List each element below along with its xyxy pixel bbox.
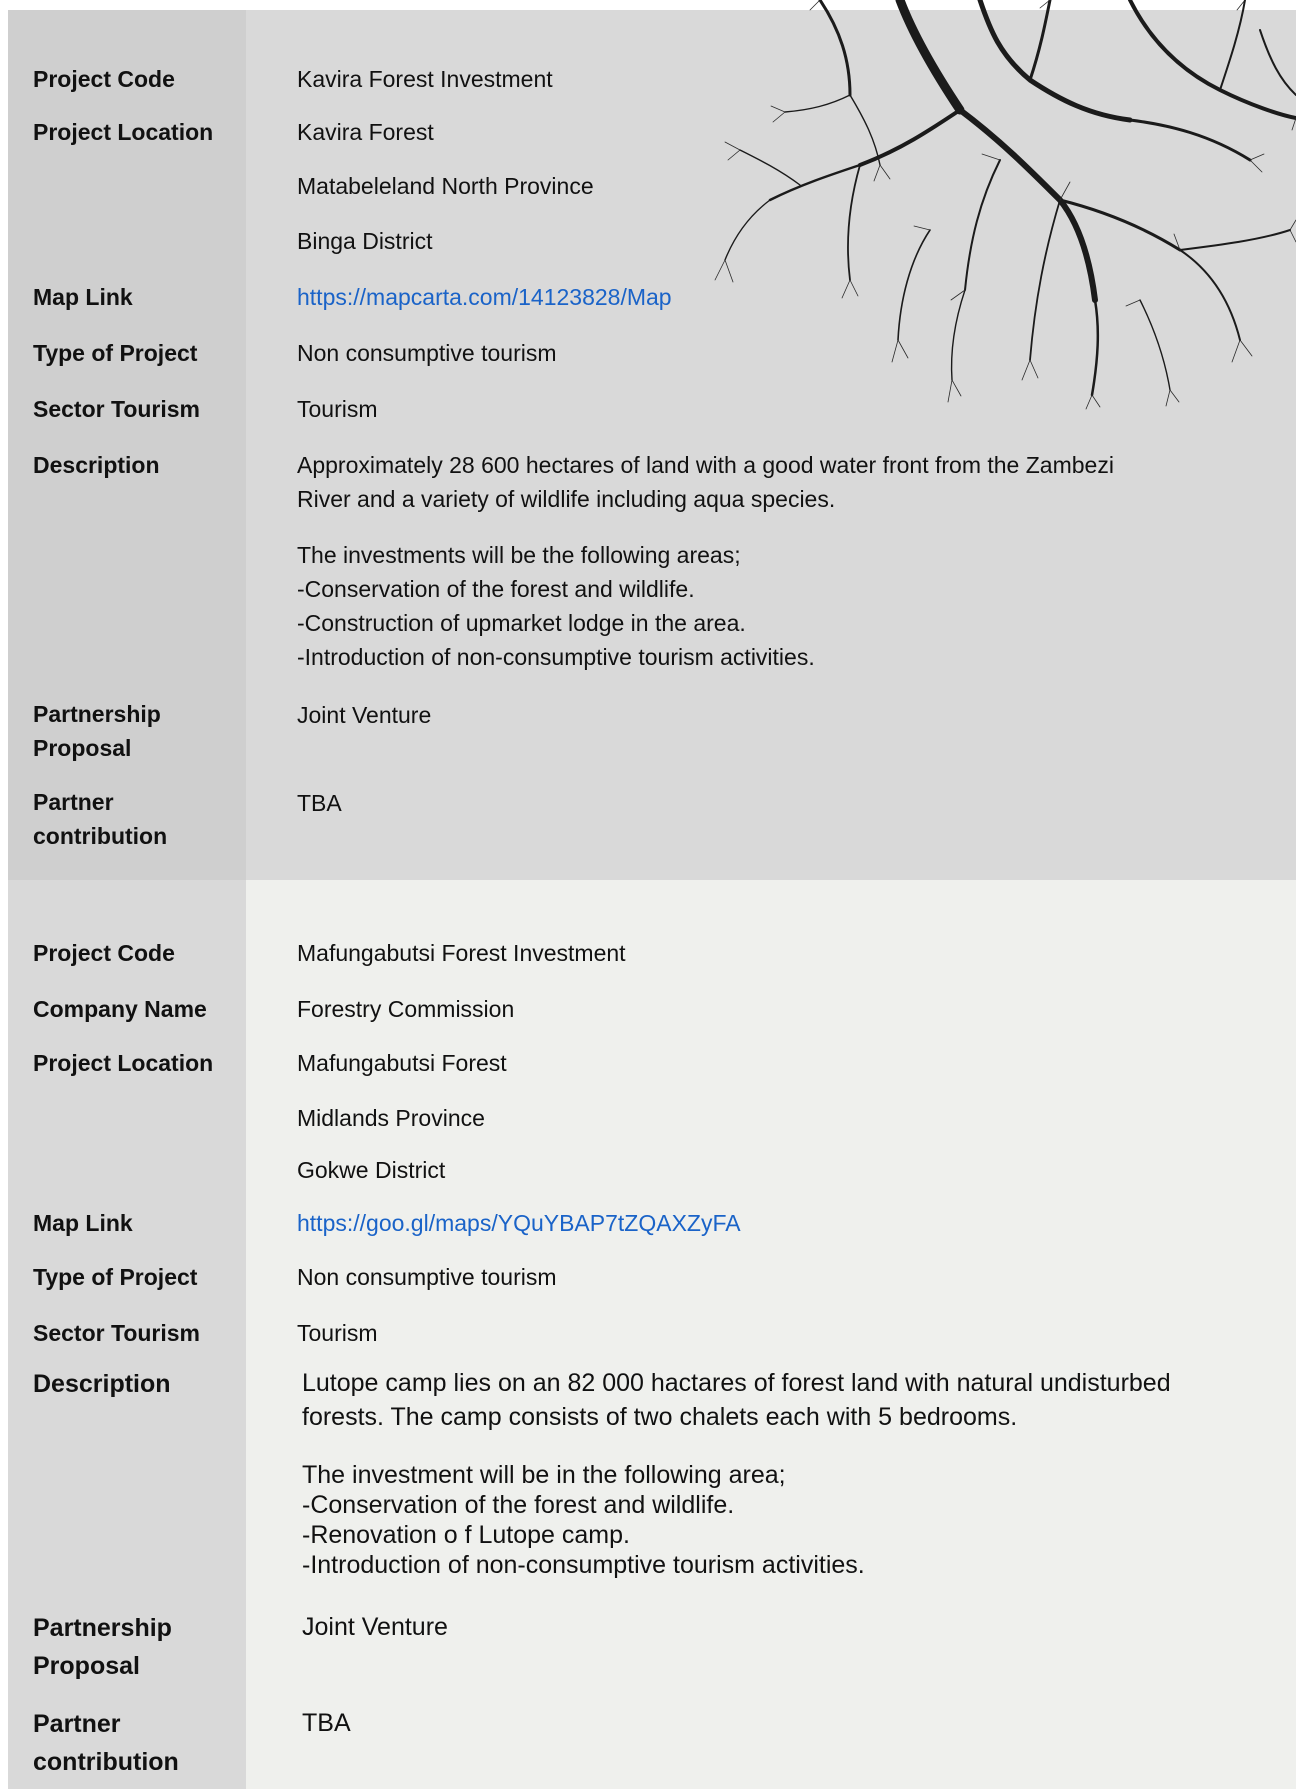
value-partnership-proposal: Joint Venture xyxy=(297,702,432,728)
value-location-line: Kavira Forest xyxy=(297,119,434,145)
label-line: Proposal xyxy=(33,735,132,761)
label-type-of-project: Type of Project xyxy=(33,340,198,366)
label-project-code: Project Code xyxy=(33,66,175,92)
label-partner-contribution: Partner contribution xyxy=(33,1705,179,1781)
label-line: contribution xyxy=(33,1748,179,1776)
description-list: The investments will be the following ar… xyxy=(297,538,815,674)
label-sector: Sector Tourism xyxy=(33,1320,200,1346)
label-sector: Sector Tourism xyxy=(33,396,200,422)
map-link[interactable]: https://mapcarta.com/14123828/Map xyxy=(297,284,672,311)
label-line: Partner xyxy=(33,1710,121,1738)
label-project-location: Project Location xyxy=(33,119,214,145)
label-line: contribution xyxy=(33,823,168,849)
label-line: Partnership xyxy=(33,701,161,727)
value-partner-contribution: TBA xyxy=(297,790,342,816)
label-project-code: Project Code xyxy=(33,940,175,966)
description-paragraph: Lutope camp lies on an 82 000 hactares o… xyxy=(302,1366,1171,1434)
description-line: -Conservation of the forest and wildlife… xyxy=(302,1491,735,1519)
value-project-code: Kavira Forest Investment xyxy=(297,66,553,92)
value-partner-contribution: TBA xyxy=(302,1709,351,1737)
description-paragraph: Approximately 28 600 hectares of land wi… xyxy=(297,448,1114,516)
value-location-line: Midlands Province xyxy=(297,1105,485,1131)
description-line: -Introduction of non-consumptive tourism… xyxy=(297,644,815,670)
description-line: -Construction of upmarket lodge in the a… xyxy=(297,610,746,636)
description-line: forests. The camp consists of two chalet… xyxy=(302,1403,1018,1431)
label-description: Description xyxy=(33,452,160,478)
label-type-of-project: Type of Project xyxy=(33,1264,198,1290)
description-line: The investments will be the following ar… xyxy=(297,542,741,568)
value-location-line: Matabeleland North Province xyxy=(297,173,594,199)
label-partnership-proposal: Partnership Proposal xyxy=(33,697,161,765)
value-company-name: Forestry Commission xyxy=(297,996,515,1022)
value-location-line: Mafungabutsi Forest xyxy=(297,1050,507,1076)
label-line: Proposal xyxy=(33,1652,140,1680)
value-location-line: Binga District xyxy=(297,228,433,254)
value-location-line: Gokwe District xyxy=(297,1157,446,1183)
description-line: -Introduction of non-consumptive tourism… xyxy=(302,1551,865,1579)
description-list: The investment will be in the following … xyxy=(302,1460,865,1580)
description-line: Lutope camp lies on an 82 000 hactares o… xyxy=(302,1369,1171,1397)
description-line: The investment will be in the following … xyxy=(302,1461,786,1489)
description-line: River and a variety of wildlife includin… xyxy=(297,486,836,512)
value-sector: Tourism xyxy=(297,1320,378,1346)
description-line: -Conservation of the forest and wildlife… xyxy=(297,576,695,602)
value-type-of-project: Non consumptive tourism xyxy=(297,340,557,366)
value-type-of-project: Non consumptive tourism xyxy=(297,1264,557,1290)
description-line: Approximately 28 600 hectares of land wi… xyxy=(297,452,1114,478)
label-description: Description xyxy=(33,1370,171,1398)
label-partner-contribution: Partner contribution xyxy=(33,785,167,853)
description-line: -Renovation o f Lutope camp. xyxy=(302,1521,630,1549)
label-line: Partnership xyxy=(33,1614,172,1642)
label-project-location: Project Location xyxy=(33,1050,214,1076)
value-partnership-proposal: Joint Venture xyxy=(302,1613,448,1641)
tree-branches-image xyxy=(714,0,1296,410)
value-sector: Tourism xyxy=(297,396,378,422)
value-project-code: Mafungabutsi Forest Investment xyxy=(297,940,626,966)
label-partnership-proposal: Partnership Proposal xyxy=(33,1609,172,1685)
label-map-link: Map Link xyxy=(33,284,133,310)
label-company-name: Company Name xyxy=(33,996,207,1022)
label-line: Partner xyxy=(33,789,114,815)
map-link[interactable]: https://goo.gl/maps/YQuYBAP7tZQAXZyFA xyxy=(297,1210,741,1237)
label-map-link: Map Link xyxy=(33,1210,133,1236)
